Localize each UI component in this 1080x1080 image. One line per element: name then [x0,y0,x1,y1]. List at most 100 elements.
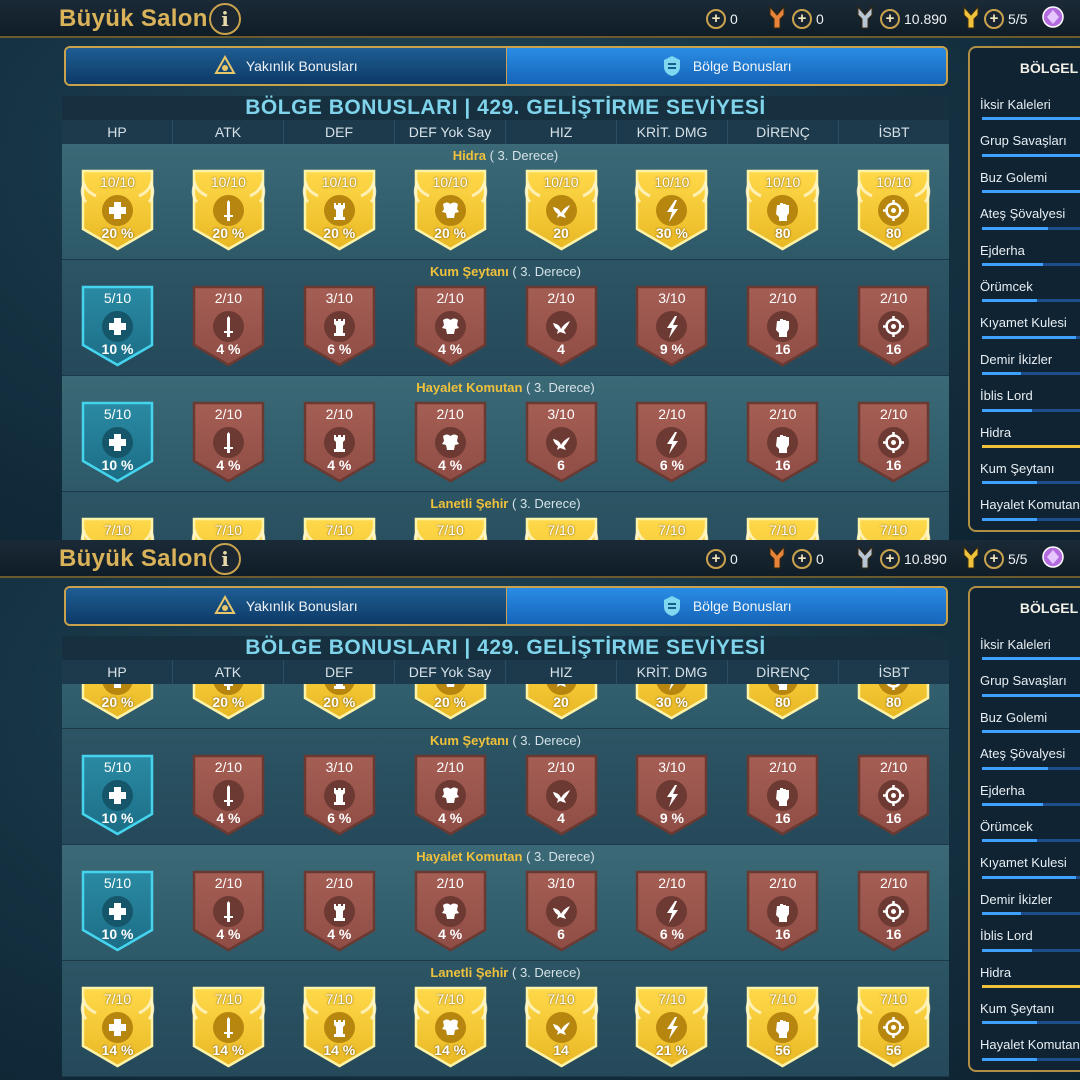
bonus-shield-button[interactable]: 7/1056 [745,985,820,1069]
area-list-item[interactable]: Kıyamet Kulesi [970,306,1080,342]
bonus-shield-button[interactable]: 3/10 6 [524,400,599,484]
bonus-shield-button[interactable]: 2/10 16 [856,284,931,368]
bonus-shield-button[interactable]: 10/1080 [745,168,820,252]
bonus-shield-button[interactable]: 2/10 6 % [634,869,709,953]
area-list-item[interactable]: Demir İkizler [970,343,1080,379]
bonus-shield-button[interactable]: 10/1020 % [413,168,488,252]
bonus-shield-button[interactable]: 2/10 4 [524,284,599,368]
bonus-shield-button[interactable]: 3/10 6 [524,869,599,953]
bonus-shield-button[interactable]: 2/10 4 [524,753,599,837]
bonus-shield-button[interactable]: 7/1021 % [634,985,709,1069]
bonus-shield-button[interactable]: 10/1030 % [634,168,709,252]
bonus-shield-button[interactable]: 2/10 4 % [191,753,266,837]
bonus-shield-button[interactable]: 7/1014 % [413,985,488,1069]
bonus-shield-button[interactable]: 2/10 16 [745,284,820,368]
bonus-shield-button[interactable]: 7/1014 % [80,985,155,1069]
bonus-shield-button[interactable]: 10/1020 % [191,684,266,721]
bonus-table[interactable]: Hidra ( 3. Derece) 10/1020 % 10/1020 % 1… [62,144,949,540]
area-list-item[interactable]: Hidra [970,416,1080,452]
area-list-item[interactable]: Kıyamet Kulesi [970,846,1080,882]
bonus-shield-button[interactable]: 7/1014 % [302,985,377,1069]
area-list-item[interactable]: İblis Lord [970,919,1080,955]
tab-area-bonuses[interactable]: Bölge Bonusları [506,48,946,84]
area-list-item[interactable]: Ateş Şövalyesi [970,737,1080,773]
area-list-item[interactable]: Kum Şeytanı [970,452,1080,488]
area-list-item[interactable]: Buz Golemi [970,161,1080,197]
bonus-shield-button[interactable]: 2/10 16 [745,753,820,837]
bonus-shield-button[interactable]: 10/1080 [856,168,931,252]
bonus-shield-button[interactable]: 2/10 16 [745,400,820,484]
area-list-item[interactable]: İblis Lord [970,379,1080,415]
bonus-shield-button[interactable]: 2/10 16 [745,869,820,953]
bonus-shield-button[interactable]: 10/1020 [524,168,599,252]
bonus-shield-button[interactable]: 3/10 6 % [302,753,377,837]
bonus-shield-button[interactable]: 3/10 6 % [302,284,377,368]
area-list-item[interactable]: Demir İkizler [970,883,1080,919]
tab-affinity-bonuses[interactable]: Yakınlık Bonusları [66,588,507,624]
bonus-shield-button[interactable]: 10/1030 % [634,684,709,721]
bonus-shield-button[interactable]: 7/1014 [524,985,599,1069]
area-list-item[interactable]: Örümcek [970,270,1080,306]
bonus-shield-button[interactable]: 10/1020 [524,684,599,721]
bonus-shield-button[interactable]: 2/10 4 % [413,400,488,484]
bonus-shield-button[interactable]: 2/10 4 % [191,400,266,484]
area-list-item[interactable]: Hayalet Komutan [970,1028,1080,1064]
add-resource-button[interactable]: + [792,9,812,29]
bonus-shield-button[interactable]: 2/10 4 % [191,284,266,368]
bonus-shield-button[interactable]: 3/10 9 % [634,284,709,368]
bonus-shield-button[interactable]: 7/1056 [856,516,931,540]
bonus-shield-button[interactable]: 3/10 9 % [634,753,709,837]
area-list-item[interactable]: Örümcek [970,810,1080,846]
bonus-shield-button[interactable]: 7/1014 % [191,516,266,540]
area-list-item[interactable]: Kum Şeytanı [970,992,1080,1028]
bonus-shield-button[interactable]: 2/10 16 [856,400,931,484]
bonus-shield-button[interactable]: 2/10 4 % [302,869,377,953]
add-resource-button[interactable]: + [984,9,1004,29]
info-button[interactable]: i [209,543,241,575]
area-list-item[interactable]: İksir Kaleleri [970,628,1080,664]
area-list-item[interactable]: Grup Savaşları [970,124,1080,160]
bonus-shield-button[interactable]: 5/10 10 % [80,400,155,484]
area-list-item[interactable]: Ateş Şövalyesi [970,197,1080,233]
bonus-shield-button[interactable]: 10/1020 % [191,168,266,252]
bonus-shield-button[interactable]: 10/1020 % [80,684,155,721]
bonus-shield-button[interactable]: 5/10 10 % [80,753,155,837]
tab-affinity-bonuses[interactable]: Yakınlık Bonusları [66,48,507,84]
bonus-shield-button[interactable]: 2/10 4 % [413,284,488,368]
bonus-shield-button[interactable]: 7/1014 % [80,516,155,540]
bonus-shield-button[interactable]: 10/1080 [856,684,931,721]
bonus-shield-button[interactable]: 10/1080 [745,684,820,721]
bonus-shield-button[interactable]: 10/1020 % [80,168,155,252]
add-resource-button[interactable]: + [984,549,1004,569]
add-resource-button[interactable]: + [792,549,812,569]
bonus-shield-button[interactable]: 10/1020 % [302,684,377,721]
bonus-shield-button[interactable]: 7/1014 % [302,516,377,540]
bonus-shield-button[interactable]: 10/1020 % [302,168,377,252]
bonus-shield-button[interactable]: 5/10 10 % [80,284,155,368]
add-resource-button[interactable]: + [880,549,900,569]
bonus-shield-button[interactable]: 7/1056 [745,516,820,540]
bonus-shield-button[interactable]: 2/10 4 % [302,400,377,484]
add-resource-button[interactable]: + [880,9,900,29]
bonus-shield-button[interactable]: 7/1014 % [191,985,266,1069]
tab-area-bonuses[interactable]: Bölge Bonusları [506,588,946,624]
bonus-table[interactable]: Hidra ( 3. Derece) 10/1020 % 10/1020 % 1… [62,684,949,1080]
bonus-shield-button[interactable]: 2/10 6 % [634,400,709,484]
bonus-shield-button[interactable]: 10/1020 % [413,684,488,721]
area-list-item[interactable]: İksir Kaleleri [970,88,1080,124]
area-list-item[interactable]: Buz Golemi [970,701,1080,737]
bonus-shield-button[interactable]: 2/10 4 % [413,869,488,953]
bonus-shield-button[interactable]: 7/1056 [856,985,931,1069]
info-button[interactable]: i [209,3,241,35]
bonus-shield-button[interactable]: 2/10 16 [856,753,931,837]
add-resource-button[interactable]: + [706,549,726,569]
area-list-item[interactable]: Hidra [970,956,1080,992]
bonus-shield-button[interactable]: 7/1014 % [413,516,488,540]
bonus-shield-button[interactable]: 7/1021 % [634,516,709,540]
area-list-item[interactable]: Hayalet Komutan [970,488,1080,524]
bonus-shield-button[interactable]: 2/10 4 % [191,869,266,953]
bonus-shield-button[interactable]: 2/10 4 % [413,753,488,837]
bonus-shield-button[interactable]: 7/1014 [524,516,599,540]
bonus-shield-button[interactable]: 2/10 16 [856,869,931,953]
area-list-item[interactable]: Grup Savaşları [970,664,1080,700]
